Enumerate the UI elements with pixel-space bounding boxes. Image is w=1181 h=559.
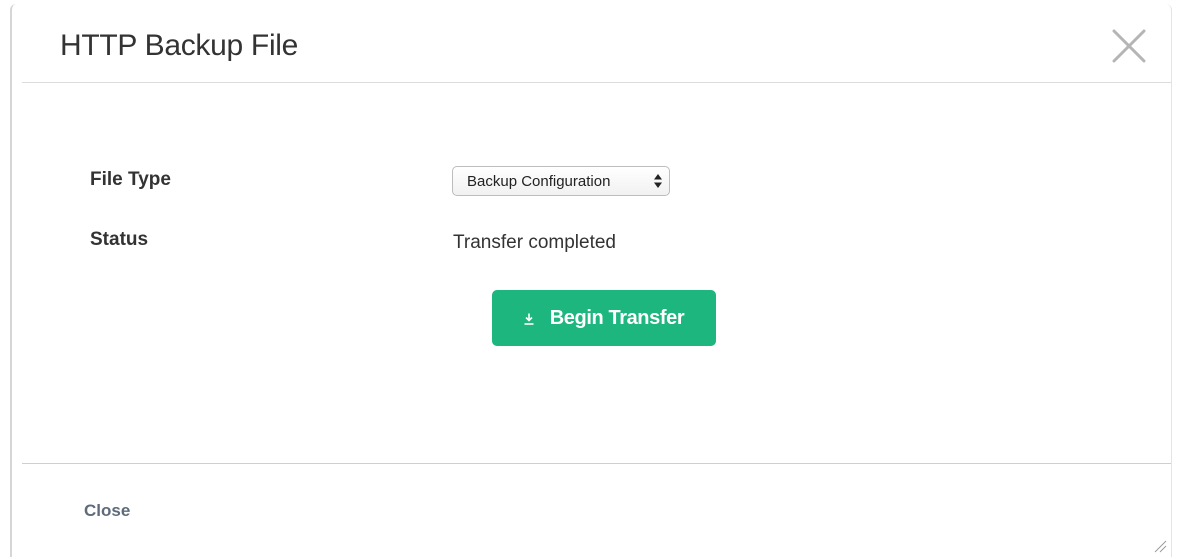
status-label: Status: [90, 229, 149, 250]
dialog-footer: Close: [22, 463, 1171, 557]
close-button[interactable]: Close: [84, 501, 130, 521]
close-x-icon[interactable]: [1111, 28, 1147, 64]
resize-handle-icon[interactable]: [1151, 537, 1167, 553]
http-backup-dialog: HTTP Backup File File Type Backup Config…: [10, 4, 1172, 557]
dialog-body: File Type Backup Configuration Status Tr…: [22, 84, 1171, 462]
dialog-title: HTTP Backup File: [60, 29, 299, 62]
file-type-label: File Type: [90, 169, 171, 190]
begin-transfer-label: Begin Transfer: [549, 306, 685, 329]
download-icon: [524, 313, 534, 325]
file-type-selected-value: Backup Configuration: [467, 173, 611, 190]
begin-transfer-button[interactable]: Begin Transfer: [492, 290, 716, 346]
select-arrows-icon: [654, 174, 662, 188]
dialog-header: HTTP Backup File: [22, 4, 1171, 83]
status-value: Transfer completed: [453, 232, 616, 253]
file-type-select[interactable]: Backup Configuration: [452, 166, 670, 196]
